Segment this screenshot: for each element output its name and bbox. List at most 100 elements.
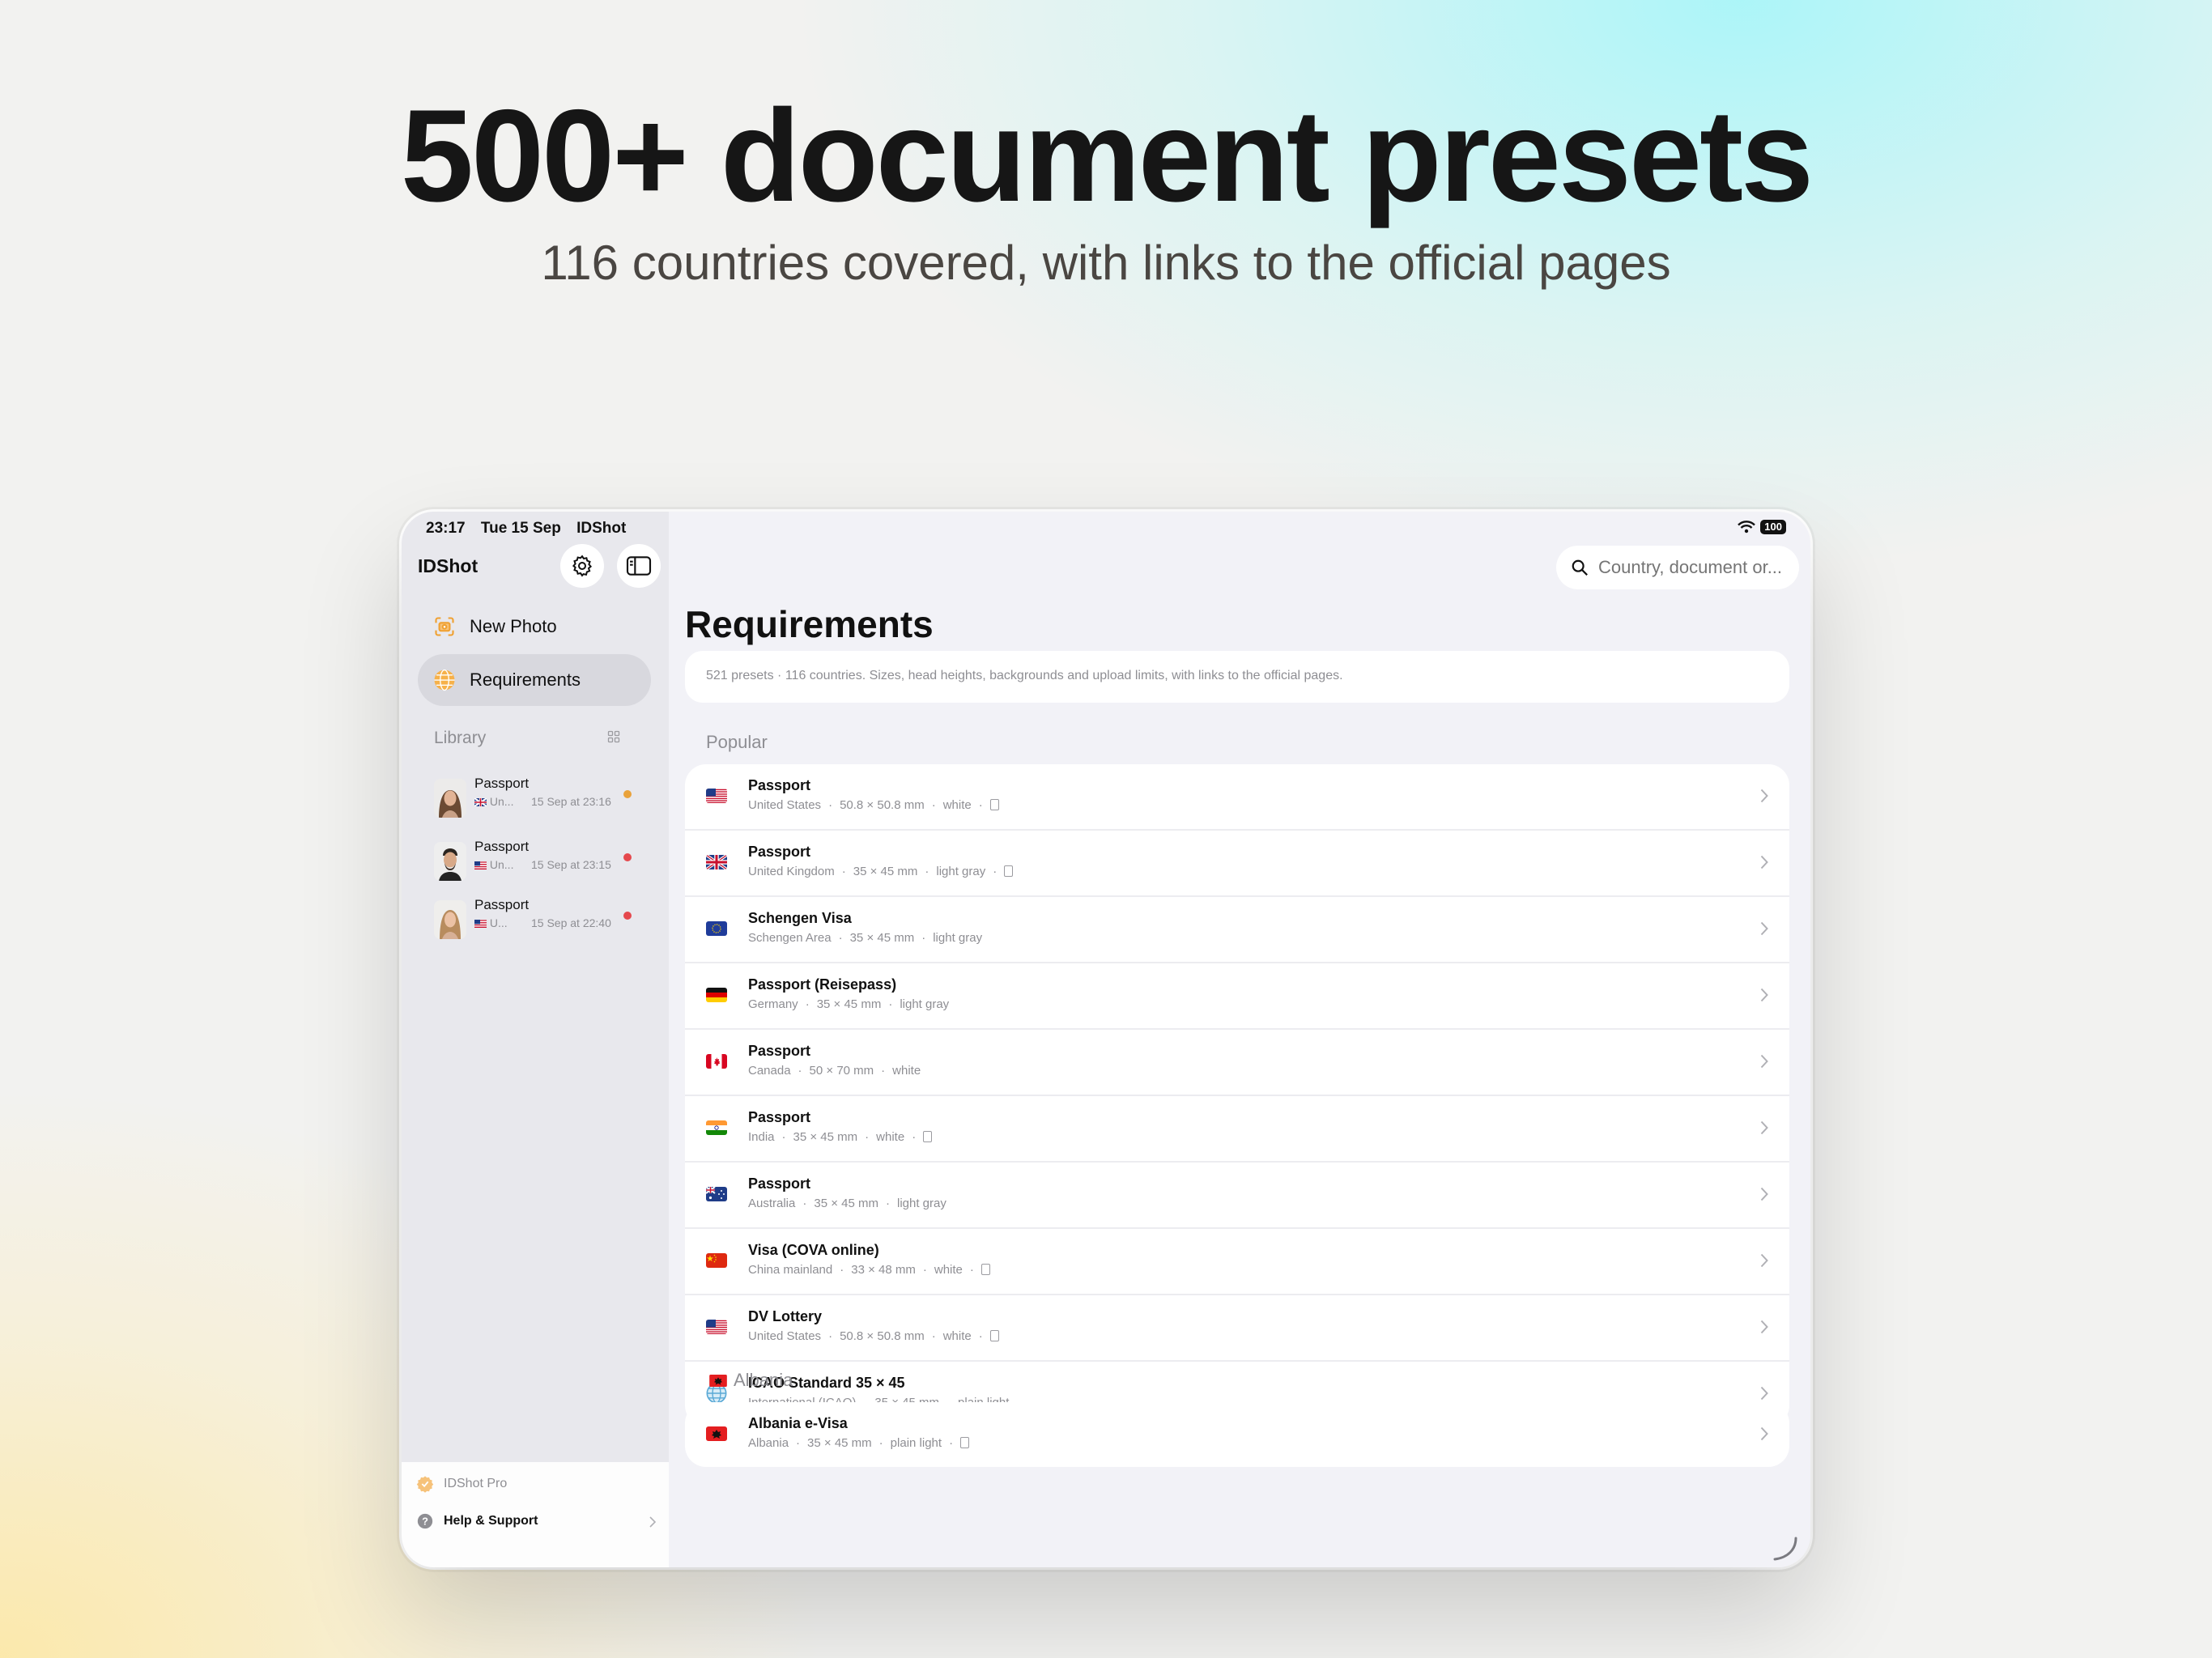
preset-title: Visa (COVA online) (748, 1242, 879, 1258)
sidebar-icon (626, 556, 652, 576)
library-item-meta: U... 15 Sep at 22:40 (474, 916, 611, 929)
preset-country: India (748, 1130, 775, 1144)
search-field[interactable] (1556, 546, 1799, 589)
chevron-right-icon (1760, 855, 1768, 869)
grid-view-icon[interactable] (607, 730, 620, 747)
chevron-right-icon (1760, 921, 1768, 936)
flag-gb-icon (706, 855, 727, 869)
help-support-link[interactable]: ? Help & Support (416, 1512, 656, 1530)
flag-us-icon (706, 1320, 727, 1334)
preset-meta: Germany · 35 × 45 mm · light gray (748, 997, 950, 1011)
status-app: IDShot (576, 520, 627, 537)
sidebar-item-requirements[interactable]: Requirements (418, 654, 651, 706)
status-dot (623, 853, 632, 861)
chevron-right-icon (1760, 1253, 1768, 1268)
library-item-date: 15 Sep at 23:15 (531, 858, 611, 871)
search-input[interactable] (1597, 556, 1794, 579)
section-header-label: Albania (734, 1370, 793, 1390)
library-item[interactable]: Passport Un... 15 Sep at 23:16 (434, 772, 644, 821)
preset-title: DV Lottery (748, 1308, 823, 1324)
preset-row[interactable]: Schengen Visa Schengen Area · 35 × 45 mm · l… (685, 897, 1789, 963)
settings-button[interactable] (560, 544, 604, 588)
library-item[interactable]: Passport Un... 15 Sep at 23:15 (434, 835, 644, 884)
albania-presets-list: Albania e-Visa Albania · 35 × 45 mm · plain … (685, 1402, 1789, 1467)
preset-title: Passport (Reisepass) (748, 976, 897, 993)
flag-cn-icon (706, 1253, 727, 1268)
preset-row[interactable]: Passport (Reisepass) Germany · 35 × 45 mm ·… (685, 963, 1789, 1030)
chevron-right-icon (1760, 1386, 1768, 1401)
globe-icon (432, 668, 457, 692)
library-heading: Library (434, 729, 487, 747)
help-label: Help & Support (444, 1514, 538, 1528)
wifi-icon (1738, 521, 1756, 534)
preset-size: 35 × 45 mm (814, 1197, 878, 1210)
status-dot (623, 912, 632, 920)
avatar (434, 842, 466, 881)
preset-background: light gray (936, 865, 986, 878)
preset-row[interactable]: Passport India · 35 × 45 mm · white · (685, 1096, 1789, 1163)
page-title: Requirements (685, 603, 934, 645)
chevron-right-icon (1760, 1320, 1768, 1334)
preset-meta: United States · 50.8 × 50.8 mm · white · (748, 798, 999, 812)
preset-country: United States (748, 798, 822, 812)
preset-title: Passport (748, 777, 811, 793)
resize-handle-icon (1773, 1537, 1797, 1561)
preset-country: China mainland (748, 1263, 833, 1277)
pro-badge[interactable]: IDShot Pro (416, 1475, 507, 1493)
preset-size: 50 × 70 mm (809, 1064, 874, 1078)
preset-background: plain light (890, 1436, 942, 1450)
preset-row[interactable]: Passport United Kingdom · 35 × 45 mm · light… (685, 831, 1789, 897)
preset-row[interactable]: Passport United States · 50.8 × 50.8 mm · wh… (685, 764, 1789, 831)
preset-meta: Australia · 35 × 45 mm · light gray (748, 1197, 946, 1210)
preset-meta: United States · 50.8 × 50.8 mm · white · (748, 1329, 999, 1343)
library-item-meta: Un... 15 Sep at 23:15 (474, 858, 611, 871)
chevron-right-icon (1760, 1120, 1768, 1135)
preset-background: white (892, 1064, 921, 1078)
preset-row[interactable]: DV Lottery United States · 50.8 × 50.8 mm ·… (685, 1295, 1789, 1362)
section-header-popular: Popular (706, 732, 768, 752)
svg-text:?: ? (422, 1516, 428, 1528)
flag-ca-icon (706, 1054, 727, 1069)
preset-background: white (942, 798, 972, 812)
document-icon (960, 1437, 970, 1448)
document-icon (1004, 865, 1014, 877)
library-item-country: U... (489, 916, 508, 929)
library-item-title: Passport (474, 839, 530, 854)
seal-icon (416, 1476, 434, 1493)
preset-background: white (934, 1263, 963, 1277)
status-bar-right: 100 (1738, 520, 1786, 534)
flag-al-icon (706, 1426, 727, 1441)
sidebar-item-new-photo[interactable]: New Photo (418, 601, 651, 653)
status-time: 23:17 (426, 520, 466, 537)
preset-row[interactable]: Visa (COVA online) China mainland · 33 × 4… (685, 1229, 1789, 1295)
preset-size: 35 × 45 mm (807, 1436, 872, 1450)
preset-country: Schengen Area (748, 931, 832, 945)
camera-icon (432, 614, 457, 639)
preset-meta: India · 35 × 45 mm · white · (748, 1130, 933, 1144)
preset-row[interactable]: Passport Canada · 50 × 70 mm · white (685, 1030, 1789, 1096)
preset-country: Canada (748, 1064, 791, 1078)
library-item-country: Un... (489, 795, 514, 808)
library-item-date: 15 Sep at 22:40 (531, 916, 611, 929)
battery-indicator: 100 (1760, 520, 1786, 534)
preset-size: 50.8 × 50.8 mm (840, 798, 925, 812)
preset-size: 35 × 45 mm (849, 931, 915, 945)
preset-country: United Kingdom (748, 865, 835, 878)
chevron-right-icon (1760, 1054, 1768, 1069)
status-bar-left: 23:17 Tue 15 Sep IDShot (426, 520, 637, 538)
toggle-sidebar-button[interactable] (617, 544, 661, 588)
document-icon (981, 1264, 990, 1275)
library-item-title: Passport (474, 897, 530, 912)
chevron-right-icon (1760, 1187, 1768, 1201)
popular-presets-list: Passport United States · 50.8 × 50.8 mm · wh… (685, 764, 1789, 1426)
ipad-screen: 23:17 Tue 15 Sep IDShot IDShot New Photo… (402, 512, 1810, 1567)
preset-meta: Albania · 35 × 45 mm · plain light · (748, 1436, 970, 1450)
preset-background: light gray (933, 931, 983, 945)
preset-row[interactable]: Passport Australia · 35 × 45 mm · light gray (685, 1163, 1789, 1229)
sidebar: 23:17 Tue 15 Sep IDShot IDShot New Photo… (402, 512, 669, 1567)
library-item[interactable]: Passport U... 15 Sep at 22:40 (434, 894, 644, 942)
library-item-date: 15 Sep at 23:16 (531, 795, 611, 808)
preset-background: light gray (900, 997, 950, 1011)
flag-in-icon (706, 1120, 727, 1135)
preset-row[interactable]: Albania e-Visa Albania · 35 × 45 mm · plain … (685, 1402, 1789, 1467)
